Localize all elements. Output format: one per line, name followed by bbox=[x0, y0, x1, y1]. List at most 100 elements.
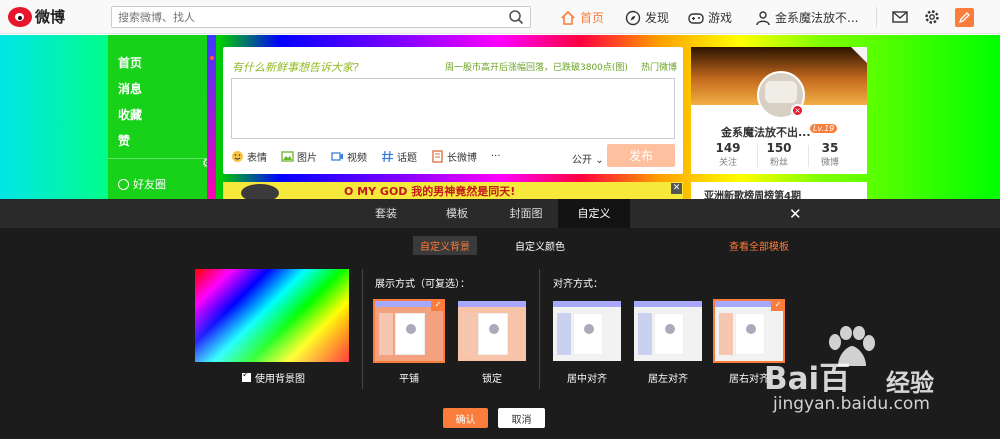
stat-following-label: 关注 bbox=[718, 158, 737, 168]
thumb-avatar bbox=[665, 324, 675, 334]
tool-topic[interactable]: 话题 bbox=[381, 149, 417, 164]
ad-text: O MY GOD 我的男神竟然是同天! bbox=[344, 185, 516, 198]
tool-video-label: 视频 bbox=[347, 153, 367, 164]
stat-fans[interactable]: 150 粉丝 bbox=[759, 141, 799, 168]
weibo-logo[interactable]: 微博 bbox=[8, 6, 65, 27]
tab-cover[interactable]: 封面图 bbox=[500, 199, 552, 228]
search-input[interactable] bbox=[112, 7, 502, 27]
display-option-lock[interactable] bbox=[458, 301, 526, 361]
thumb-avatar bbox=[746, 324, 756, 334]
watermark-jingyan: 经验 bbox=[886, 369, 934, 397]
nav-home[interactable]: 首页 bbox=[560, 9, 604, 26]
watermark-brand-du: 百 bbox=[819, 361, 851, 397]
align-option-center[interactable] bbox=[553, 301, 621, 361]
thumb-sidebar bbox=[638, 313, 652, 355]
compass-icon bbox=[625, 10, 641, 25]
nav-game[interactable]: 游戏 bbox=[688, 9, 732, 26]
nav-discover[interactable]: 发现 bbox=[625, 9, 669, 26]
stat-weibo[interactable]: 35 微博 bbox=[810, 141, 850, 168]
thumb-avatar bbox=[489, 324, 499, 334]
level-badge[interactable]: Lv.19 bbox=[810, 124, 838, 133]
stat-weibo-value: 35 bbox=[821, 141, 839, 155]
video-icon bbox=[331, 152, 343, 161]
ad-close-icon[interactable]: ✕ bbox=[671, 183, 682, 194]
tool-more[interactable]: ··· bbox=[491, 149, 501, 164]
visibility-select[interactable]: 公开 ⌄ bbox=[572, 151, 604, 166]
topbar-divider bbox=[876, 7, 877, 27]
left-nav-messages[interactable]: 消息 bbox=[118, 80, 142, 97]
tool-long-weibo[interactable]: 长微博 bbox=[431, 149, 477, 164]
thumb-sidebar bbox=[557, 313, 571, 355]
user-icon bbox=[756, 10, 770, 25]
stat-fans-label: 粉丝 bbox=[769, 158, 788, 168]
baidu-jingyan-watermark: Bai百 经验 jingyan.baidu.com bbox=[764, 320, 994, 430]
tool-long-weibo-label: 长微博 bbox=[447, 153, 477, 164]
stat-following[interactable]: 149 关注 bbox=[708, 141, 748, 168]
use-background-checkbox[interactable]: 使用背景图 bbox=[242, 370, 305, 385]
left-nav-friends[interactable]: 好友圈 bbox=[118, 176, 166, 192]
use-background-label: 使用背景图 bbox=[255, 374, 305, 385]
home-icon bbox=[561, 10, 575, 25]
stat-fans-value: 150 bbox=[766, 141, 792, 155]
thumb-main bbox=[395, 313, 425, 355]
thumb-sidebar bbox=[719, 313, 733, 355]
tab-custom[interactable]: 自定义 bbox=[558, 199, 630, 228]
stat-weibo-label: 微博 bbox=[820, 158, 839, 168]
tool-image[interactable]: 图片 bbox=[281, 149, 317, 164]
ad-banner[interactable]: O MY GOD 我的男神竟然是同天! ✕ bbox=[223, 182, 683, 199]
compose-icon[interactable] bbox=[955, 8, 974, 27]
subtab-custom-background[interactable]: 自定义背景 bbox=[413, 236, 477, 255]
thumb-main bbox=[573, 313, 603, 355]
tab-template[interactable]: 模板 bbox=[431, 199, 483, 228]
search-icon[interactable] bbox=[508, 9, 524, 25]
thumb-main bbox=[735, 313, 765, 355]
align-option-left[interactable] bbox=[634, 301, 702, 361]
background-preview[interactable] bbox=[195, 269, 349, 362]
close-icon[interactable]: ✕ bbox=[789, 205, 802, 223]
gear-icon[interactable] bbox=[923, 8, 941, 26]
logo-text: 微博 bbox=[35, 8, 66, 26]
skin-tabs: 套装 模板 封面图 自定义 ✕ bbox=[0, 199, 1000, 228]
hot-topic-link[interactable]: 周一股市高开后涨幅回落，已跌破3800点(图) bbox=[445, 60, 628, 73]
news-card[interactable]: 亚洲新歌榜周榜第4期 bbox=[691, 182, 867, 202]
nav-game-label: 游戏 bbox=[708, 11, 733, 25]
friends-circle-icon bbox=[118, 178, 129, 190]
left-nav-likes[interactable]: 赞 bbox=[118, 132, 130, 149]
tool-emoji-label: 表情 bbox=[247, 153, 267, 164]
profile-name[interactable]: 金系魔法放不出... bbox=[721, 124, 811, 140]
display-option-tile[interactable]: ✓ bbox=[373, 299, 445, 363]
display-option-lock-label: 锁定 bbox=[482, 374, 502, 385]
profile-card: × 金系魔法放不出... Lv.19 149 关注 150 粉丝 35 微博 bbox=[691, 47, 867, 174]
tab-suit[interactable]: 套装 bbox=[360, 199, 412, 228]
nav-user[interactable]: 金系魔法放不... bbox=[755, 9, 858, 26]
confirm-button[interactable]: 确认 bbox=[443, 408, 488, 428]
chevron-down-icon: ⌄ bbox=[595, 155, 604, 166]
subtab-custom-color[interactable]: 自定义颜色 bbox=[515, 238, 565, 253]
view-all-templates-link[interactable]: 查看全部模板 bbox=[729, 238, 789, 253]
tool-topic-label: 话题 bbox=[397, 153, 417, 164]
cancel-button[interactable]: 取消 bbox=[498, 408, 545, 428]
align-mode-title: 对齐方式： bbox=[553, 279, 603, 290]
thumb-sidebar bbox=[462, 313, 476, 355]
visibility-label: 公开 bbox=[572, 155, 592, 166]
watermark-brand-text: Bai bbox=[764, 361, 820, 397]
tool-image-label: 图片 bbox=[297, 153, 317, 164]
left-nav-home[interactable]: 首页 bbox=[118, 54, 142, 71]
vip-badge-icon: × bbox=[791, 104, 804, 117]
weibo-eye-icon bbox=[8, 6, 32, 27]
left-nav-favorites[interactable]: 收藏 bbox=[118, 106, 142, 123]
hot-weibo-link[interactable]: 热门微博 bbox=[641, 60, 677, 73]
post-textarea[interactable] bbox=[231, 78, 675, 139]
panel-divider bbox=[539, 269, 540, 389]
nav-discover-label: 发现 bbox=[645, 11, 670, 25]
post-button[interactable]: 发布 bbox=[607, 144, 675, 167]
thumb-avatar bbox=[406, 324, 416, 334]
checkbox-checked-icon bbox=[242, 370, 251, 382]
tool-emoji[interactable]: 表情 bbox=[231, 149, 267, 164]
publisher-toolbar: 表情 图片 视频 话题 长微博 ··· bbox=[231, 149, 515, 164]
mail-icon[interactable] bbox=[891, 8, 909, 26]
nav-user-label: 金系魔法放不... bbox=[775, 11, 859, 25]
display-option-tile-label: 平铺 bbox=[399, 374, 419, 385]
left-nav-friends-label: 好友圈 bbox=[133, 178, 166, 191]
tool-video[interactable]: 视频 bbox=[331, 149, 367, 164]
